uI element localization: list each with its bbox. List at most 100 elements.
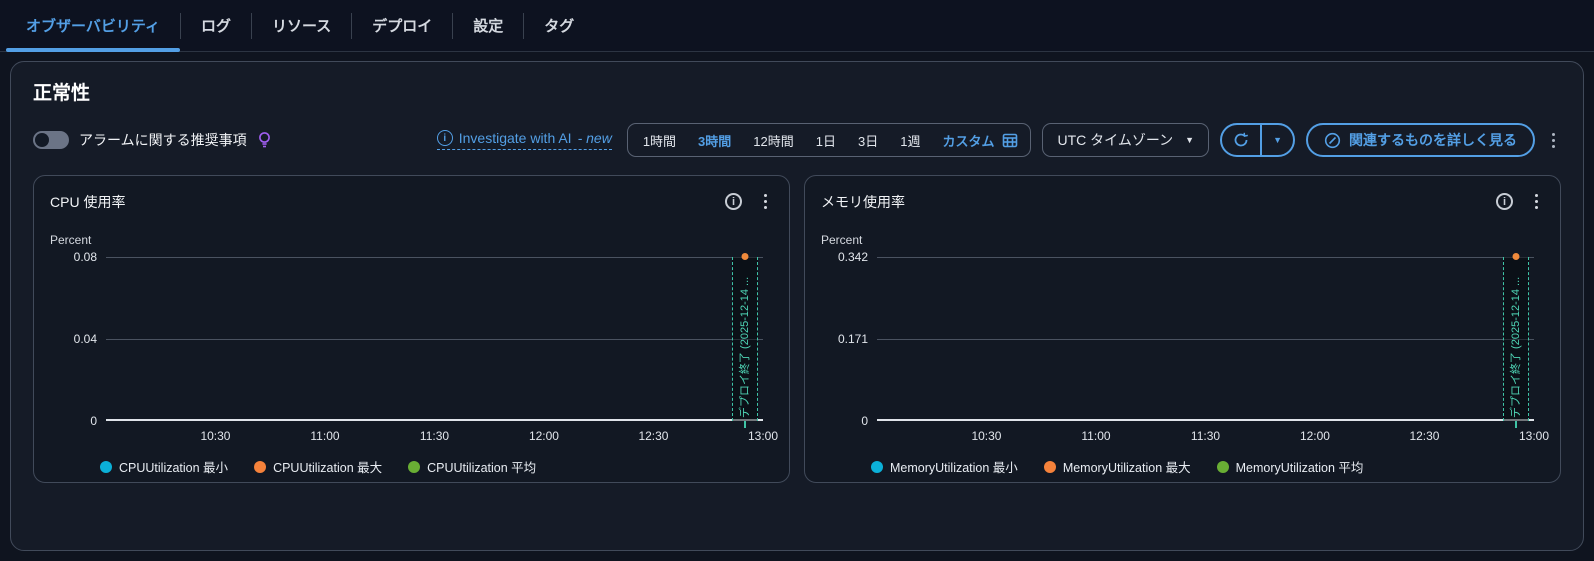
tab-logs[interactable]: ログ [181,0,251,52]
x-tick-label: 11:00 [1081,429,1111,443]
health-panel: 正常性 アラームに関する推奨事項 i Investigate with AI -… [10,61,1584,551]
time-range-custom[interactable]: カスタム [931,131,1000,150]
x-axis-line [106,419,763,421]
alarm-toggle-label: アラームに関する推奨事項 [79,132,247,148]
max-datapoint-marker [1512,253,1520,260]
chevron-down-icon: ▼ [1185,134,1195,145]
gridline [877,339,1534,340]
toggle-knob [35,133,49,147]
memory-chart-plot[interactable]: 0.342 0.171 0 10:30 11:00 11:30 12:00 12… [838,250,1549,443]
tab-tags[interactable]: タグ [524,0,594,52]
x-tick-label: 13:00 [1518,429,1550,443]
x-tick-label: 11:30 [1190,429,1221,443]
deployment-annotation-band[interactable]: デプロイ終了 (2025-12-14 ... [1503,253,1529,428]
controls-row: アラームに関する推奨事項 i Investigate with AI - new… [33,123,1561,157]
legend-label: MemoryUtilization 平均 [1235,461,1364,475]
explore-button-label: 関連するものを詳しく見る [1349,132,1517,148]
explore-related-button[interactable]: 関連するものを詳しく見る [1306,123,1535,157]
y-tick-label: 0.342 [837,250,868,264]
legend-color-swatch [1043,460,1056,473]
deployment-annotation-band[interactable]: デプロイ終了 (2025-12-14 ... [732,253,758,428]
service-tabbar: オブザーバビリティ ログ リソース デプロイ 設定 タグ [0,0,1594,52]
right-controls: i Investigate with AI - new 1時間 3時間 12時間… [436,123,1561,157]
y-tick-label: 0.171 [837,332,868,346]
cpu-chart-plot[interactable]: 0.08 0.04 0 10:30 11:00 11:30 12:00 12:3… [74,250,778,443]
legend-label: CPUUtilization 最小 [119,461,229,475]
time-range-3d[interactable]: 3日 [847,131,889,150]
tab-observability[interactable]: オブザーバビリティ [6,0,180,52]
x-tick-label: 11:00 [310,429,340,443]
time-range-1w[interactable]: 1週 [889,131,931,150]
chart-legend: MemoryUtilization 最小 MemoryUtilization 最… [871,457,1544,476]
tab-settings[interactable]: 設定 [453,0,523,52]
investigate-label: Investigate with AI [458,130,572,146]
alarm-recommendations-toggle[interactable] [33,131,69,149]
x-tick-label: 10:30 [200,429,231,443]
x-tick-label: 13:00 [747,429,779,443]
legend-label: MemoryUtilization 最小 [890,461,1018,475]
legend-label: CPUUtilization 平均 [427,461,537,475]
time-range-segmented-control: 1時間 3時間 12時間 1日 3日 1週 カスタム [626,123,1032,157]
time-range-1h[interactable]: 1時間 [632,131,687,150]
refresh-button[interactable] [1222,125,1260,155]
max-datapoint-marker [741,253,749,260]
legend-color-swatch [1216,460,1229,473]
memory-utilization-card: メモリ使用率 i Percent 0.342 0.171 0 10:30 11:… [804,175,1561,483]
x-tick-label: 11:30 [419,429,450,443]
lightbulb-icon [258,132,270,148]
deployment-annotation-label: デプロイ終了 (2025-12-14 ... [738,276,751,418]
chart-kebab-menu[interactable] [758,190,773,213]
timezone-label: UTC タイムゾーン [1057,132,1174,148]
legend-color-swatch [254,460,267,473]
tab-deploy[interactable]: デプロイ [352,0,452,52]
legend-item[interactable]: MemoryUtilization 最大 [1043,457,1191,476]
info-icon[interactable]: i [1496,193,1513,210]
timezone-dropdown[interactable]: UTC タイムゾーン ▼ [1042,123,1210,157]
legend-color-swatch [871,460,883,473]
gridline [877,257,1534,258]
annotation-axis-tick [743,421,746,428]
chart-kebab-menu[interactable] [1529,190,1544,213]
gridline [106,257,763,258]
cpu-utilization-card: CPU 使用率 i Percent 0.08 0.04 0 10:30 11:0… [33,175,790,483]
x-axis-line [877,419,1534,421]
y-axis-unit-label: Percent [821,233,863,247]
x-tick-label: 12:00 [1299,429,1330,443]
annotation-axis-tick [1514,421,1517,428]
time-range-3h[interactable]: 3時間 [687,131,742,150]
panel-title: 正常性 [33,83,91,104]
legend-color-swatch [408,460,421,473]
refresh-options-caret[interactable]: ▼ [1262,125,1293,155]
y-tick-label: 0 [861,414,868,428]
info-icon[interactable]: i [725,193,742,210]
chart-legend: CPUUtilization 最小 CPUUtilization 最大 CPUU… [100,457,773,476]
refresh-split-button: ▼ [1220,123,1295,157]
legend-label: CPUUtilization 最大 [273,461,383,475]
chart-title: CPU 使用率 [50,193,126,210]
time-range-1d[interactable]: 1日 [805,131,847,150]
y-tick-label: 0 [90,414,97,428]
legend-item[interactable]: MemoryUtilization 平均 [1216,457,1364,476]
chart-title: メモリ使用率 [821,193,905,210]
time-range-12h[interactable]: 12時間 [742,131,804,150]
calendar-icon[interactable] [1002,132,1018,148]
y-tick-label: 0.08 [73,250,97,264]
alarm-toggle-group: アラームに関する推奨事項 [33,130,272,150]
legend-item[interactable]: CPUUtilization 平均 [408,457,536,476]
investigate-new-badge: - new [577,130,612,146]
legend-item[interactable]: MemoryUtilization 最小 [871,457,1018,476]
legend-color-swatch [100,460,112,473]
legend-item[interactable]: CPUUtilization 最大 [254,457,382,476]
legend-item[interactable]: CPUUtilization 最小 [100,457,228,476]
panel-kebab-menu[interactable] [1546,129,1561,152]
x-tick-label: 12:30 [638,429,669,443]
x-tick-label: 10:30 [971,429,1002,443]
y-tick-label: 0.04 [73,332,97,346]
info-icon: i [436,130,453,146]
investigate-with-ai-link[interactable]: i Investigate with AI - new [436,130,612,150]
deployment-annotation-label: デプロイ終了 (2025-12-14 ... [1509,276,1522,418]
tab-resources[interactable]: リソース [252,0,351,52]
x-tick-label: 12:30 [1409,429,1440,443]
legend-label: MemoryUtilization 最大 [1062,461,1191,475]
y-axis-unit-label: Percent [50,233,92,247]
